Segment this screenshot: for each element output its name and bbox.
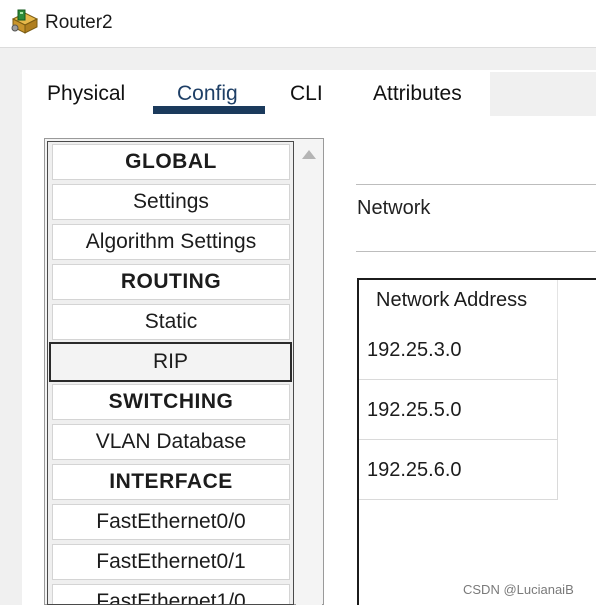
- router-icon: [10, 9, 40, 35]
- window-title: Router2: [45, 12, 113, 33]
- title-bar: Router2: [0, 0, 596, 48]
- tab-cli[interactable]: CLI: [290, 82, 323, 106]
- tab-physical[interactable]: Physical: [47, 82, 125, 106]
- watermark: CSDN @LucianaiB: [463, 582, 574, 597]
- sidebar-item-fastethernet0-1[interactable]: FastEthernet0/1: [52, 544, 290, 580]
- sidebar-item-fastethernet1-0[interactable]: FastEthernet1/0: [52, 584, 290, 604]
- sidebar-header-interface: INTERFACE: [52, 464, 290, 500]
- sidebar-scrollbar[interactable]: [296, 141, 322, 605]
- sidebar-item-settings[interactable]: Settings: [52, 184, 290, 220]
- sidebar-item-rip[interactable]: RIP: [49, 342, 292, 382]
- table-row[interactable]: 192.25.3.0: [359, 320, 558, 380]
- scroll-up-arrow-icon[interactable]: [302, 150, 316, 159]
- network-table: Network Address 192.25.3.0 192.25.5.0 19…: [357, 278, 596, 605]
- table-row[interactable]: 192.25.6.0: [359, 440, 558, 500]
- table-row[interactable]: 192.25.5.0: [359, 380, 558, 440]
- sidebar-list: GLOBAL Settings Algorithm Settings ROUTI…: [47, 141, 294, 605]
- tab-config[interactable]: Config: [177, 82, 238, 106]
- sidebar-item-fastethernet0-0[interactable]: FastEthernet0/0: [52, 504, 290, 540]
- column-header-network-address[interactable]: Network Address: [359, 280, 558, 320]
- active-tab-indicator: [153, 106, 265, 114]
- divider-bottom: [356, 251, 596, 252]
- divider-top: [356, 184, 596, 185]
- sidebar-header-routing: ROUTING: [52, 264, 290, 300]
- tab-strip: Physical Config CLI Attributes: [22, 72, 596, 116]
- sidebar-header-global: GLOBAL: [52, 144, 290, 180]
- tab-attributes[interactable]: Attributes: [373, 82, 462, 106]
- sidebar-item-vlan-database[interactable]: VLAN Database: [52, 424, 290, 460]
- sidebar-header-switching: SWITCHING: [52, 384, 290, 420]
- network-label: Network: [357, 197, 431, 219]
- sidebar-item-algorithm-settings[interactable]: Algorithm Settings: [52, 224, 290, 260]
- sidebar-item-static[interactable]: Static: [52, 304, 290, 340]
